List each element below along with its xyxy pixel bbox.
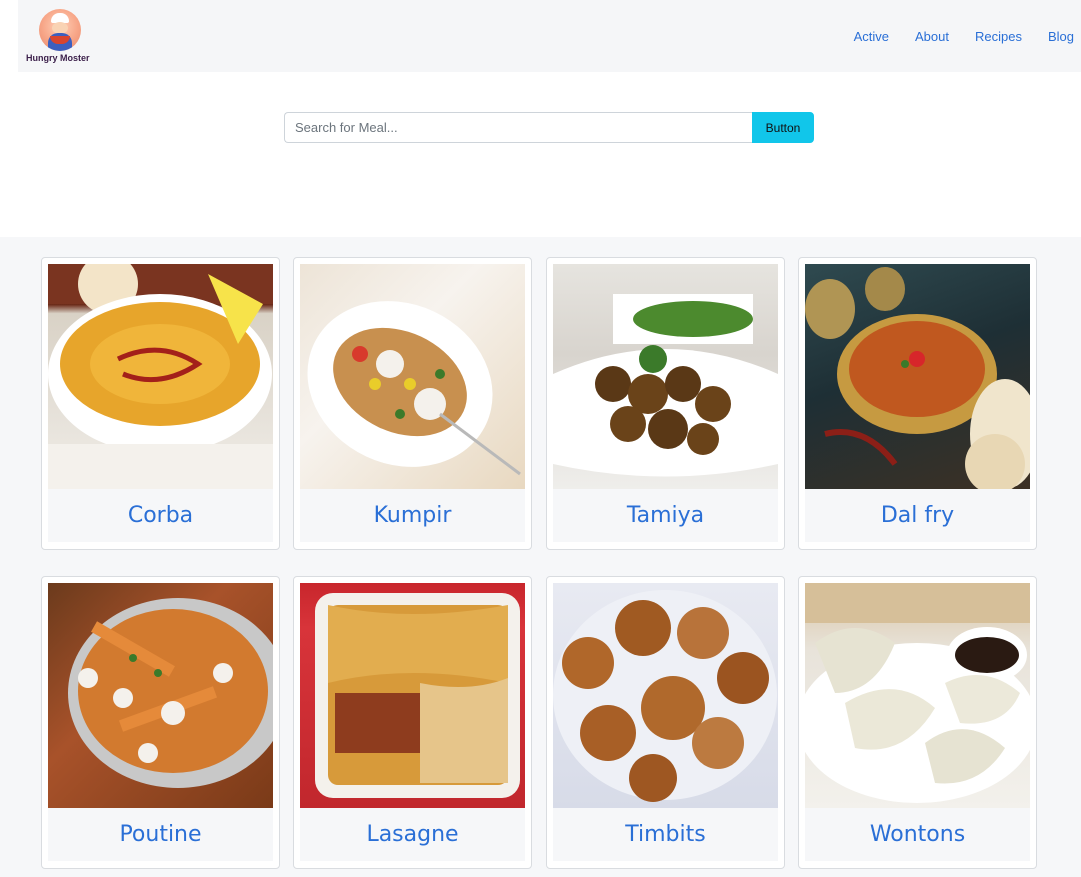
nav-link-active[interactable]: Active: [854, 29, 889, 44]
meal-title: Kumpir: [373, 503, 452, 528]
search-bar: Button: [284, 112, 814, 143]
meal-image-dal-fry: [805, 264, 1030, 489]
meal-card[interactable]: Corba: [41, 257, 280, 550]
nav-link-blog[interactable]: Blog: [1048, 29, 1074, 44]
meal-card[interactable]: Tamiya: [546, 257, 785, 550]
meal-title: Corba: [127, 503, 194, 528]
meal-title: Poutine: [119, 822, 202, 847]
nav-links: Active About Recipes Blog: [828, 29, 1074, 44]
meal-title: Wontons: [869, 822, 966, 847]
search-button[interactable]: Button: [752, 112, 814, 143]
meal-card[interactable]: Timbits: [546, 576, 785, 869]
brand-name: Hungry Moster: [26, 53, 90, 63]
chef-logo-icon: [39, 9, 81, 51]
meal-image-tamiya: [553, 264, 778, 489]
nav-link-about[interactable]: About: [915, 29, 949, 44]
meal-grid: Corba Kumpir Tamiya Dal fry Poutine Lasa…: [0, 237, 1081, 877]
meal-card[interactable]: Dal fry: [798, 257, 1037, 550]
meal-image-corba: [48, 264, 273, 489]
meal-card[interactable]: Kumpir: [293, 257, 532, 550]
meal-title: Lasagne: [366, 822, 459, 847]
meal-card[interactable]: Poutine: [41, 576, 280, 869]
meal-card[interactable]: Lasagne: [293, 576, 532, 869]
meal-title: Timbits: [625, 822, 706, 847]
meal-image-lasagne: [300, 583, 525, 808]
meal-image-kumpir: [300, 264, 525, 489]
navbar: Hungry Moster Active About Recipes Blog: [18, 0, 1081, 72]
brand-logo[interactable]: Hungry Moster: [26, 9, 98, 65]
meal-image-poutine: [48, 583, 273, 808]
nav-link-recipes[interactable]: Recipes: [975, 29, 1022, 44]
meal-title: Tamiya: [626, 503, 705, 528]
meal-image-timbits: [553, 583, 778, 808]
meal-title: Dal fry: [880, 503, 955, 528]
meal-card[interactable]: Wontons: [798, 576, 1037, 869]
meal-image-wontons: [805, 583, 1030, 808]
search-input[interactable]: [284, 112, 752, 143]
